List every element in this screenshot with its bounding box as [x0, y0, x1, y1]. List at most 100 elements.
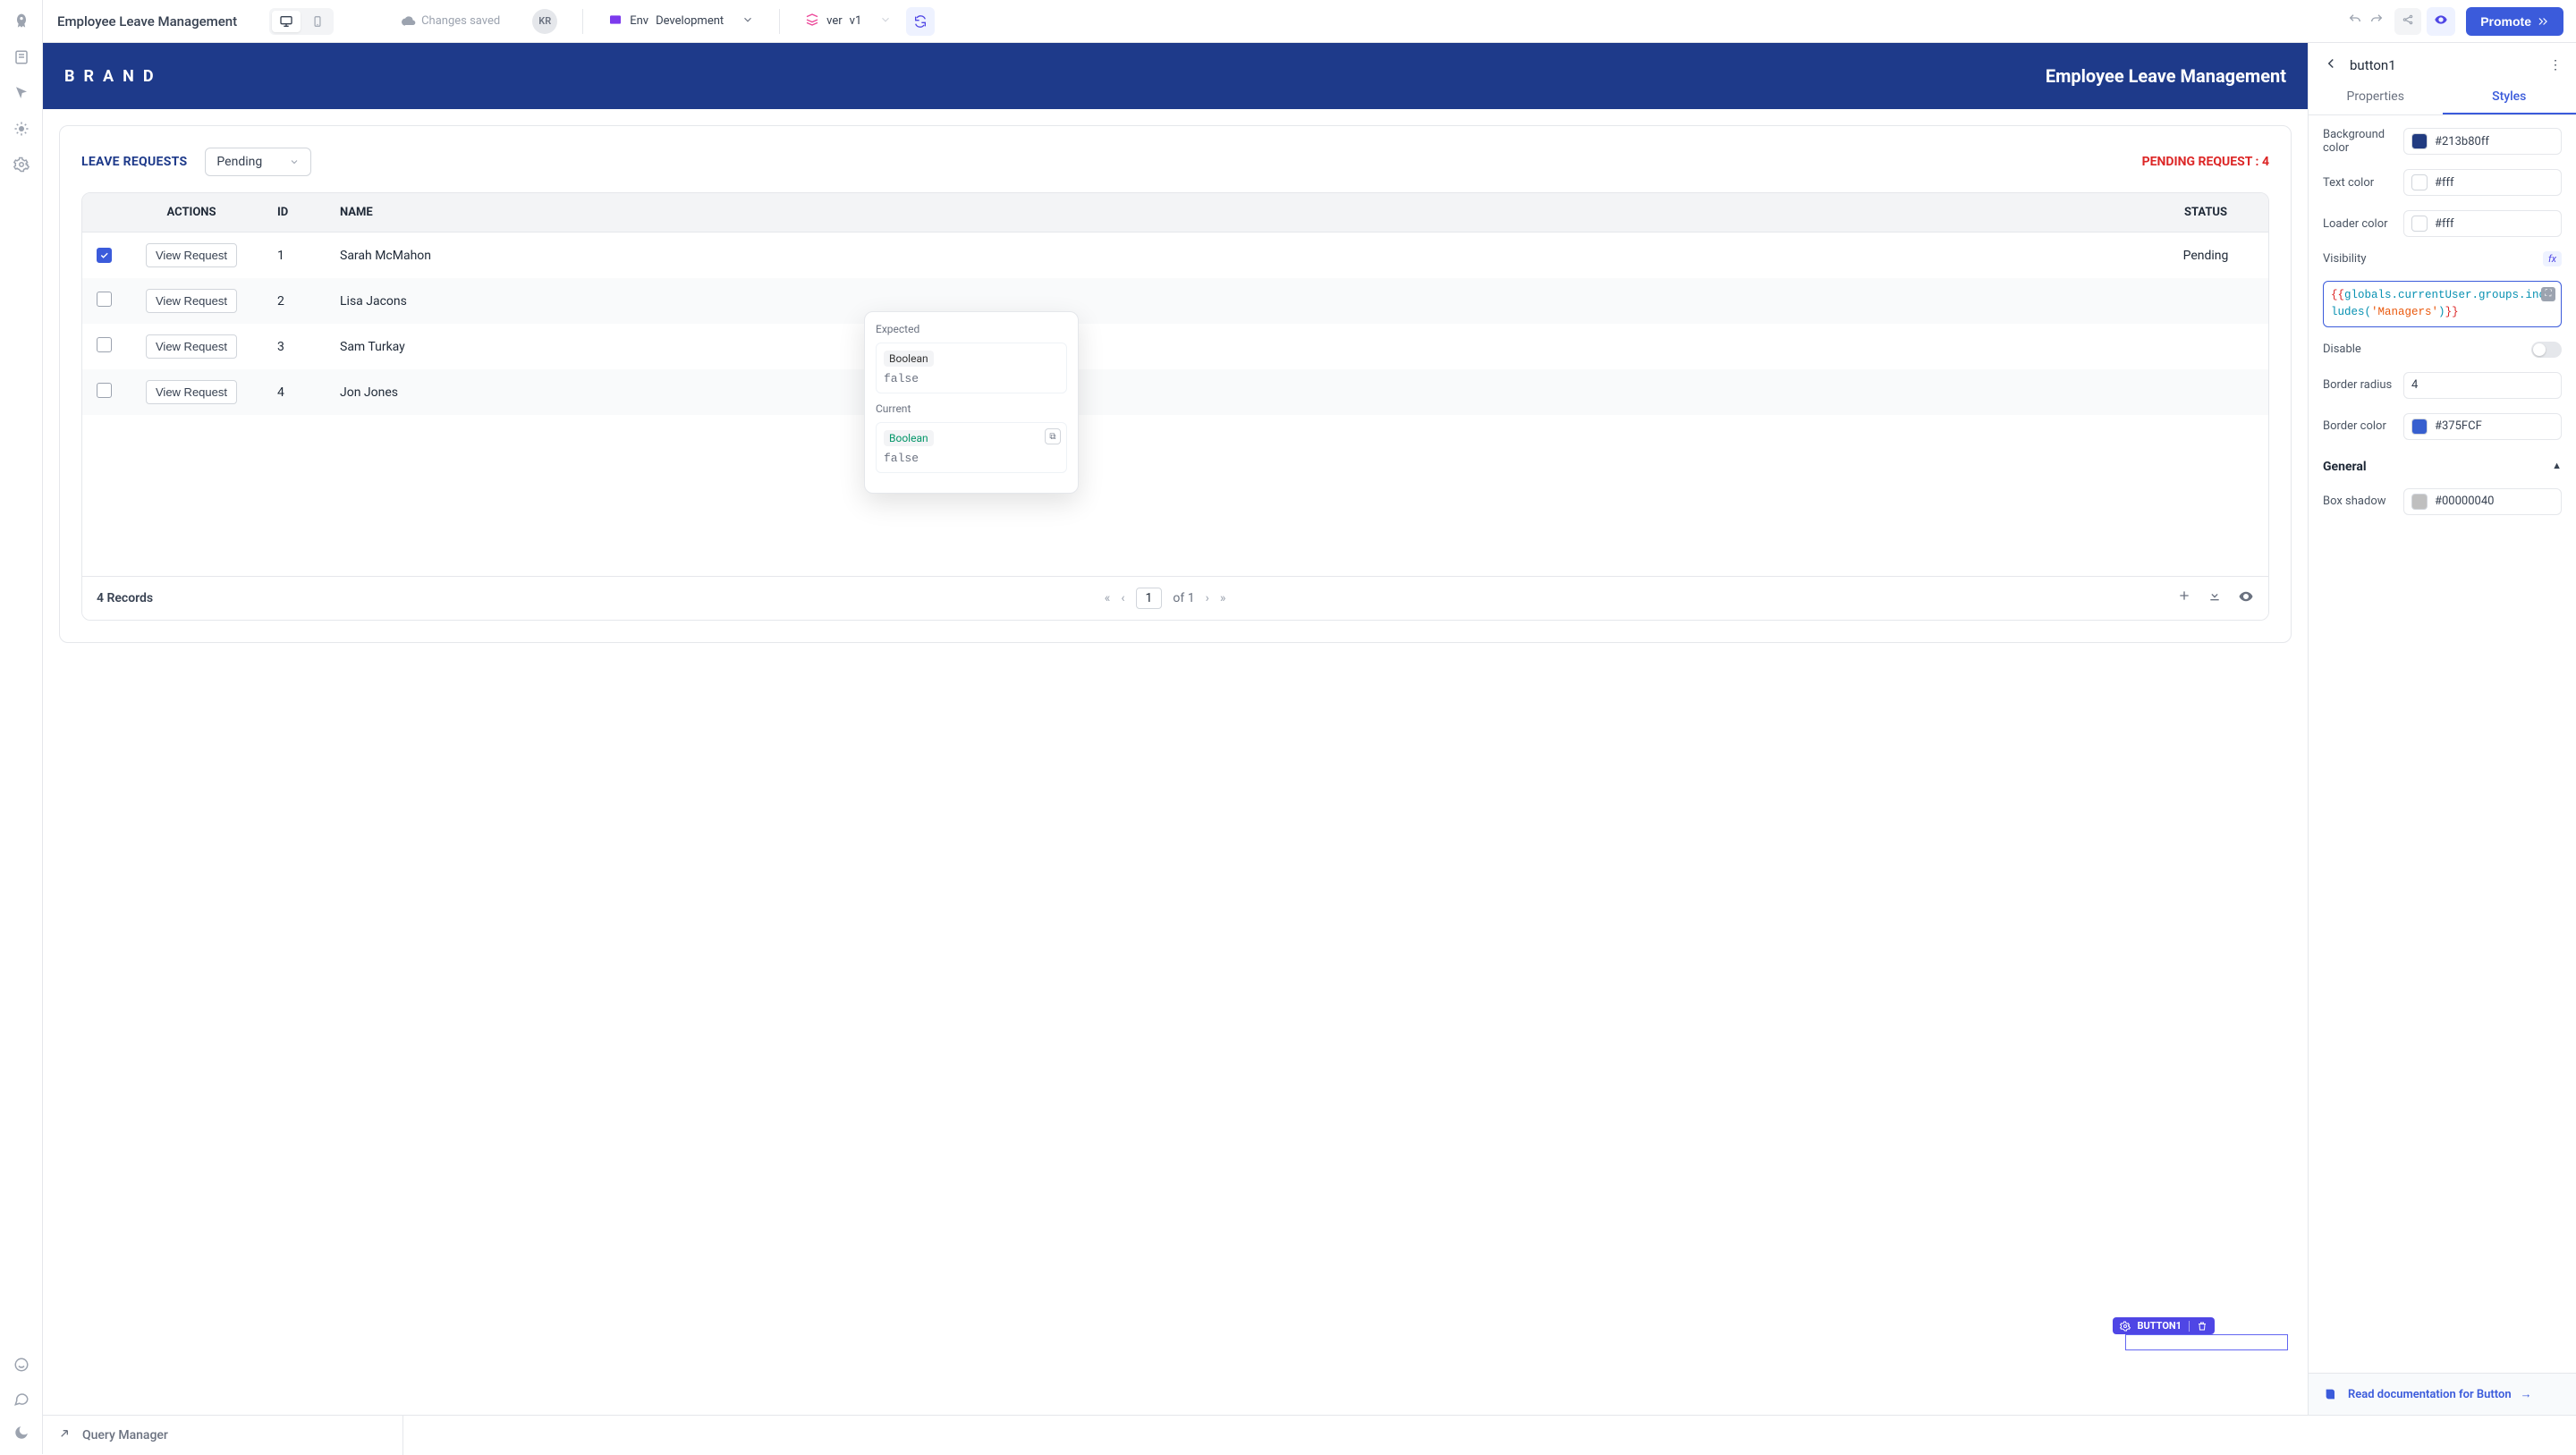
color-swatch[interactable]: [2411, 419, 2428, 435]
app-header: BRAND Employee Leave Management: [43, 43, 2308, 109]
first-page-button[interactable]: «: [1105, 591, 1111, 605]
selected-button-component[interactable]: [2125, 1334, 2288, 1350]
chevron-down-icon[interactable]: [741, 13, 754, 30]
column-header-status: STATUS: [2143, 193, 2268, 233]
border-radius-input[interactable]: 4: [2403, 372, 2562, 399]
app-title: Employee Leave Management: [57, 13, 237, 30]
table-row[interactable]: View Request 2 Lisa Jacons: [82, 278, 2268, 324]
row-checkbox[interactable]: [97, 337, 112, 352]
divider: [779, 9, 780, 34]
row-name: Lisa Jacons: [326, 278, 2143, 324]
chevron-down-icon[interactable]: [879, 13, 892, 30]
share-button[interactable]: [2394, 8, 2421, 35]
visibility-label: Visibility: [2323, 252, 2367, 266]
table-row[interactable]: View Request 4 Jon Jones: [82, 369, 2268, 415]
environment-selector[interactable]: Env Development: [608, 13, 754, 30]
user-avatar[interactable]: KR: [532, 9, 557, 34]
debugger-icon[interactable]: [13, 120, 30, 138]
promote-button[interactable]: Promote: [2466, 7, 2563, 36]
view-request-button[interactable]: View Request: [146, 243, 237, 267]
support-icon[interactable]: [13, 1356, 30, 1374]
loader-color-input[interactable]: #fff: [2403, 210, 2562, 237]
fx-toggle[interactable]: fx: [2543, 251, 2562, 266]
next-page-button[interactable]: ›: [1206, 591, 1209, 605]
theme-icon[interactable]: [13, 1424, 30, 1442]
table-row[interactable]: View Request 1 Sarah McMahon Pending: [82, 233, 2268, 278]
bg-color-label: Background color: [2323, 128, 2394, 155]
left-rail: [0, 0, 43, 1454]
color-swatch[interactable]: [2411, 133, 2428, 149]
border-color-input[interactable]: #375FCF: [2403, 413, 2562, 440]
page-number[interactable]: 1: [1136, 588, 1163, 609]
visibility-button[interactable]: [2238, 588, 2254, 608]
card-title: LEAVE REQUESTS: [81, 155, 187, 169]
query-manager-bar[interactable]: Query Manager: [43, 1415, 2576, 1454]
row-checkbox[interactable]: [97, 292, 112, 307]
back-button[interactable]: [2323, 55, 2339, 75]
tab-properties[interactable]: Properties: [2309, 80, 2443, 114]
table-row[interactable]: View Request 3 Sam Turkay: [82, 324, 2268, 369]
view-request-button[interactable]: View Request: [146, 380, 237, 404]
text-color-label: Text color: [2323, 176, 2394, 190]
app-header-title: Employee Leave Management: [2046, 65, 2286, 87]
column-header-actions: ACTIONS: [120, 193, 263, 233]
leave-requests-table: ACTIONS ID NAME STATUS View Request 1 Sa…: [81, 192, 2269, 621]
settings-icon[interactable]: [13, 156, 30, 173]
row-checkbox[interactable]: [97, 248, 112, 263]
table-footer: 4 Records « ‹ 1 of 1 › »: [82, 576, 2268, 620]
expand-icon[interactable]: ⛶: [2541, 287, 2555, 301]
leave-requests-card: LEAVE REQUESTS Pending PENDING REQUEST :…: [59, 125, 2292, 643]
redo-button[interactable]: [2369, 13, 2384, 30]
preview-button[interactable]: [2427, 7, 2455, 36]
comments-icon[interactable]: [13, 1390, 30, 1408]
loader-color-label: Loader color: [2323, 217, 2394, 231]
canvas: BRAND Employee Leave Management LEAVE RE…: [43, 43, 2308, 1415]
selected-component-tag[interactable]: BUTTON1: [2113, 1317, 2216, 1334]
status-filter-dropdown[interactable]: Pending: [205, 148, 311, 176]
desktop-device-button[interactable]: [272, 11, 301, 32]
row-name: Sarah McMahon: [326, 233, 2143, 278]
inspector-tabs: Properties Styles: [2309, 80, 2576, 115]
row-checkbox[interactable]: [97, 383, 112, 398]
mobile-device-button[interactable]: [304, 11, 331, 32]
expand-icon[interactable]: [57, 1426, 72, 1444]
more-menu-icon[interactable]: ⋮: [2549, 58, 2562, 72]
cursor-icon[interactable]: [13, 84, 30, 102]
view-request-button[interactable]: View Request: [146, 289, 237, 313]
pages-icon[interactable]: [13, 48, 30, 66]
trash-icon[interactable]: [2197, 1321, 2207, 1332]
undo-redo: [2348, 13, 2384, 30]
color-swatch[interactable]: [2411, 494, 2428, 510]
last-page-button[interactable]: »: [1220, 591, 1226, 605]
topbar: Employee Leave Management Changes saved …: [43, 0, 2576, 43]
refresh-button[interactable]: [906, 7, 935, 36]
bg-color-input[interactable]: #213b80ff: [2403, 128, 2562, 155]
chevron-up-icon: ▲: [2552, 460, 2562, 474]
row-name: Jon Jones: [326, 369, 2143, 415]
brand-logo: BRAND: [64, 67, 163, 86]
color-swatch[interactable]: [2411, 174, 2428, 190]
page-of-label: of 1: [1173, 591, 1194, 605]
visibility-code-input[interactable]: ⛶ {{globals.currentUser.groups.includes(…: [2323, 281, 2562, 327]
undo-button[interactable]: [2348, 13, 2362, 30]
border-color-value: #375FCF: [2435, 419, 2482, 433]
component-name: button1: [2350, 57, 2396, 73]
saved-indicator: Changes saved: [402, 14, 500, 29]
download-button[interactable]: [2207, 588, 2222, 608]
box-shadow-value: #00000040: [2435, 495, 2494, 508]
color-swatch[interactable]: [2411, 216, 2428, 232]
device-toggle: [269, 8, 334, 35]
view-request-button[interactable]: View Request: [146, 334, 237, 359]
text-color-input[interactable]: #fff: [2403, 169, 2562, 196]
general-section-header[interactable]: General ▲: [2323, 460, 2562, 474]
add-row-button[interactable]: [2177, 588, 2191, 608]
border-radius-label: Border radius: [2323, 378, 2394, 392]
documentation-link[interactable]: Read documentation for Button →: [2309, 1373, 2576, 1415]
box-shadow-input[interactable]: #00000040: [2403, 488, 2562, 515]
logo-icon[interactable]: [13, 13, 30, 30]
disable-toggle[interactable]: [2531, 342, 2562, 358]
version-selector[interactable]: ver v1: [805, 13, 892, 30]
tab-styles[interactable]: Styles: [2443, 80, 2576, 114]
prev-page-button[interactable]: ‹: [1121, 591, 1124, 605]
copy-icon[interactable]: ⧉: [1045, 428, 1061, 444]
